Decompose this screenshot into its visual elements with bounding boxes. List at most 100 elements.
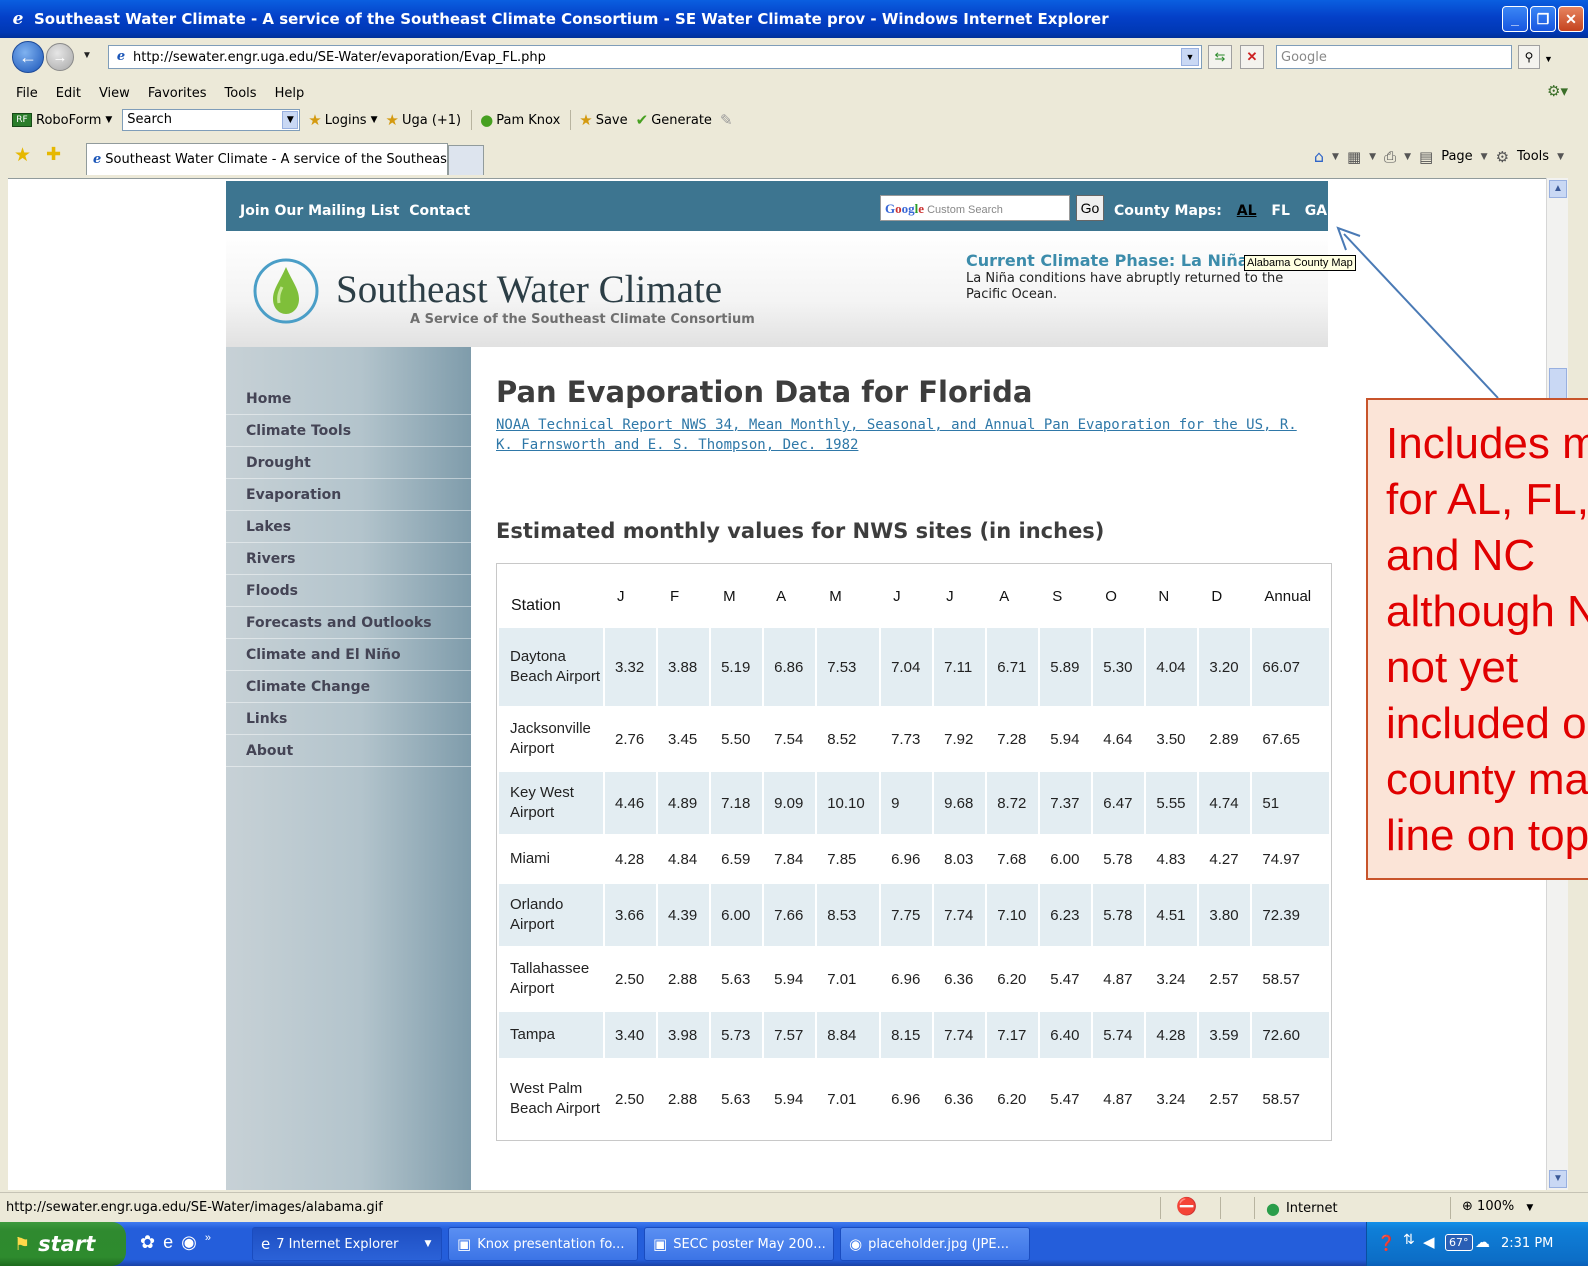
weather-temperature[interactable]: 67° <box>1445 1234 1473 1251</box>
protected-mode-icon[interactable]: ⛔ <box>1176 1197 1197 1217</box>
chevron-down-icon[interactable]: ▼ <box>1404 152 1411 162</box>
address-dropdown-icon[interactable]: ▼ <box>1181 48 1199 66</box>
sidebar-item-climate-el-nino[interactable]: Climate and El Niño <box>226 639 471 671</box>
chevron-down-icon[interactable]: ▼ <box>282 111 299 129</box>
history-dropdown-icon[interactable]: ▼ <box>82 50 92 61</box>
taskbar-item-placeholder-jpg[interactable]: ◉ placeholder.jpg (JPE... <box>840 1227 1030 1261</box>
security-zone[interactable]: ● Internet <box>1266 1199 1338 1218</box>
sidebar-item-floods[interactable]: Floods <box>226 575 471 607</box>
stop-button[interactable]: ✕ <box>1240 45 1264 69</box>
uga-button[interactable]: ★ Uga (+1) <box>386 111 462 129</box>
help-icon[interactable]: ❓ <box>1377 1234 1396 1252</box>
roboform-button[interactable]: RoboForm <box>36 113 101 128</box>
roboform-search-input[interactable]: Search ▼ <box>122 109 301 131</box>
favorites-star-icon[interactable]: ★ <box>14 144 31 166</box>
menu-help[interactable]: Help <box>275 86 305 101</box>
home-icon[interactable]: ⌂ <box>1314 147 1324 166</box>
refresh-button[interactable]: ⇆ <box>1208 45 1232 69</box>
back-icon[interactable]: ◀ <box>1423 1233 1435 1251</box>
chevron-down-icon[interactable]: ▼ <box>1332 152 1339 162</box>
menu-view[interactable]: View <box>99 86 130 101</box>
climate-phase-title[interactable]: Current Climate Phase: La Niña <box>966 251 1249 270</box>
value-cell: 3.32 <box>605 628 657 706</box>
menu-edit[interactable]: Edit <box>56 86 81 101</box>
forward-button[interactable]: → <box>46 43 74 71</box>
chevron-down-icon[interactable]: ▼ <box>1369 152 1376 162</box>
powerpoint-icon: ▣ <box>653 1235 668 1253</box>
station-cell: Miami <box>499 836 603 882</box>
value-cell: 2.57 <box>1199 1060 1251 1138</box>
feeds-icon[interactable]: ▦ <box>1347 148 1361 166</box>
chevron-down-icon[interactable]: ▼ <box>105 115 112 125</box>
sidebar-item-lakes[interactable]: Lakes <box>226 511 471 543</box>
new-tab-button[interactable] <box>448 145 484 175</box>
sidebar-item-evaporation[interactable]: Evaporation <box>226 479 471 511</box>
scroll-down-icon[interactable]: ▼ <box>1549 1170 1567 1188</box>
print-icon[interactable]: ⎙ <box>1384 148 1396 166</box>
taskbar-item-knox-presentation[interactable]: ▣ Knox presentation fo... <box>448 1227 638 1261</box>
water-drop-logo-icon[interactable] <box>252 257 320 325</box>
taskbar-item-internet-explorer[interactable]: e 7 Internet Explorer ▼ <box>252 1227 442 1261</box>
back-button[interactable]: ← <box>12 41 44 73</box>
menu-file[interactable]: File <box>16 86 38 101</box>
sidebar-item-rivers[interactable]: Rivers <box>226 543 471 575</box>
address-bar[interactable]: e http://sewater.engr.uga.edu/SE-Water/e… <box>108 45 1202 69</box>
chevron-down-icon[interactable]: ▼ <box>1481 152 1488 162</box>
google-search-input[interactable]: Google Custom Search <box>880 195 1070 221</box>
value-cell: 7.57 <box>764 1012 816 1058</box>
network-icon[interactable]: ⇅ <box>1403 1232 1415 1248</box>
value-cell: 5.94 <box>764 948 816 1010</box>
zoom-control[interactable]: ⊕ 100% ▼ <box>1462 1199 1533 1214</box>
search-options-icon[interactable]: ▼ <box>1544 54 1553 64</box>
search-input[interactable]: Google <box>1276 45 1512 69</box>
google-logo: Google <box>885 201 925 216</box>
page-menu[interactable]: Page <box>1441 149 1472 164</box>
firefox-icon[interactable]: ◉ <box>181 1232 197 1253</box>
value-cell: 4.04 <box>1146 628 1198 706</box>
county-map-ga-link[interactable]: GA <box>1305 203 1327 219</box>
sidebar-item-home[interactable]: Home <box>226 383 471 415</box>
value-cell: 8.84 <box>817 1012 880 1058</box>
generate-icon: ✔ <box>635 111 649 129</box>
sidebar-item-about[interactable]: About <box>226 735 471 767</box>
value-cell: 4.46 <box>605 772 657 834</box>
extension-icon[interactable]: ⚙▾ <box>1547 82 1568 100</box>
sidebar-item-drought[interactable]: Drought <box>226 447 471 479</box>
site-name[interactable]: Southeast Water Climate <box>336 267 722 312</box>
start-button[interactable]: ⚑ start <box>0 1222 126 1266</box>
tab-southeast-water-climate[interactable]: e Southeast Water Climate - A service of… <box>86 143 448 175</box>
search-button[interactable]: ⚲ <box>1518 45 1540 69</box>
chevron-right-icon[interactable]: » <box>205 1232 211 1253</box>
generate-button[interactable]: ✔ Generate <box>636 111 712 129</box>
menu-tools[interactable]: Tools <box>225 86 257 101</box>
contact-link[interactable]: Contact <box>409 203 470 219</box>
address-url[interactable]: http://sewater.engr.uga.edu/SE-Water/eva… <box>133 50 546 65</box>
minimize-button[interactable]: _ <box>1502 6 1528 32</box>
close-button[interactable]: ✕ <box>1558 6 1584 32</box>
menu-favorites[interactable]: Favorites <box>148 86 207 101</box>
logins-button[interactable]: ★ Logins ▼ <box>308 111 377 129</box>
pam-knox-button[interactable]: ● Pam Knox <box>480 111 560 129</box>
window-title-bar[interactable]: e Southeast Water Climate - A service of… <box>0 0 1588 38</box>
maximize-button[interactable]: ❐ <box>1530 6 1556 32</box>
sidebar-item-climate-change[interactable]: Climate Change <box>226 671 471 703</box>
internet-explorer-icon[interactable]: e <box>163 1232 173 1253</box>
sidebar-item-climate-tools[interactable]: Climate Tools <box>226 415 471 447</box>
county-map-fl-link[interactable]: FL <box>1271 203 1289 219</box>
reference-link[interactable]: NOAA Technical Report NWS 34, Mean Month… <box>496 415 1316 455</box>
tools-menu[interactable]: Tools <box>1517 149 1549 164</box>
scroll-up-icon[interactable]: ▲ <box>1549 180 1567 198</box>
chevron-down-icon[interactable]: ▼ <box>1557 152 1564 162</box>
value-cell: 2.89 <box>1199 708 1251 770</box>
add-favorite-icon[interactable]: ✚ <box>46 144 61 165</box>
pen-icon[interactable]: ✎ <box>720 111 736 129</box>
taskbar-item-secc-poster[interactable]: ▣ SECC poster May 200... <box>644 1227 834 1261</box>
save-button[interactable]: ★ Save <box>579 111 627 129</box>
sidebar-item-links[interactable]: Links <box>226 703 471 735</box>
weather-icon[interactable]: ☁ <box>1475 1233 1490 1251</box>
mailing-list-link[interactable]: Join Our Mailing List <box>240 203 400 219</box>
county-map-al-link[interactable]: AL <box>1237 203 1257 219</box>
go-button[interactable]: Go <box>1076 195 1104 221</box>
quick-launch-icon[interactable]: ✿ <box>140 1232 155 1253</box>
sidebar-item-forecasts[interactable]: Forecasts and Outlooks <box>226 607 471 639</box>
